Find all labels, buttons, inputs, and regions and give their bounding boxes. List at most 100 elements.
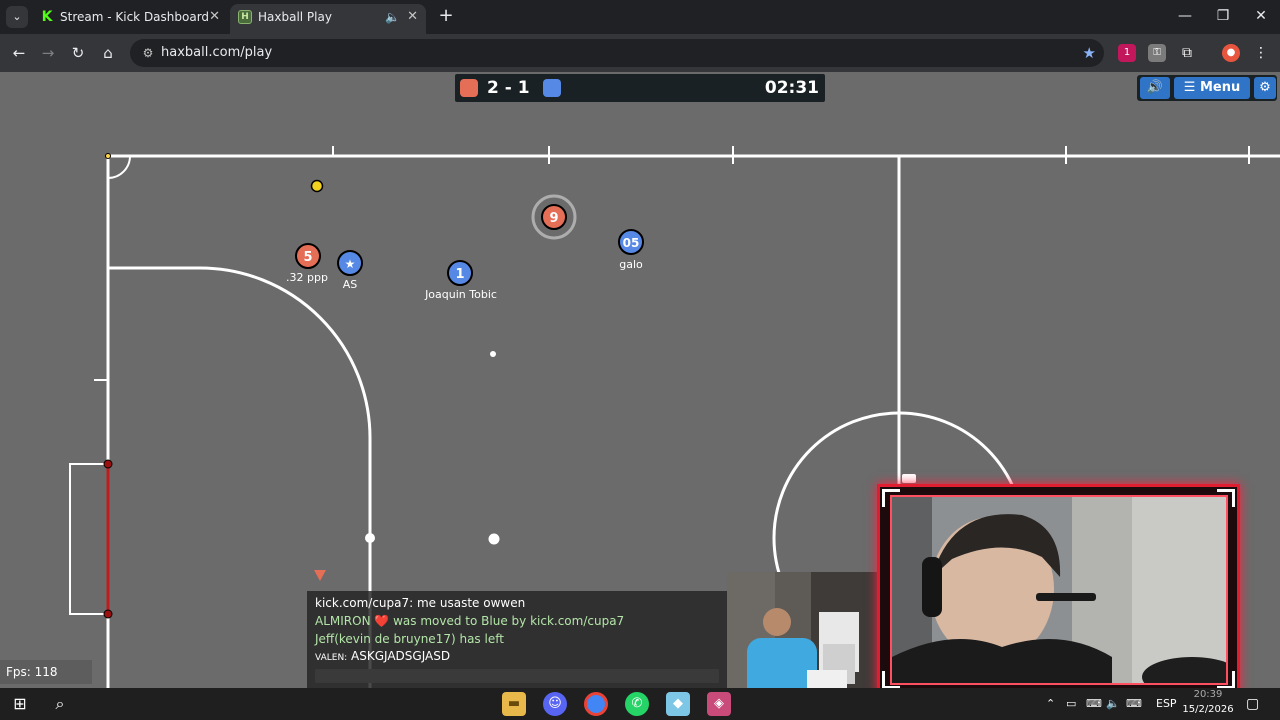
player-name: galo [619, 258, 643, 271]
back-button[interactable]: ← [8, 42, 30, 64]
home-button[interactable]: ⌂ [97, 42, 119, 64]
frame-corner [882, 671, 900, 689]
chevron-up-icon[interactable]: ⌃ [1046, 688, 1055, 720]
svg-text:★: ★ [345, 257, 356, 271]
close-window-button[interactable]: ✕ [1242, 0, 1280, 34]
windows-start-icon[interactable]: ⊞ [8, 692, 32, 716]
tab-title: Haxball Play [258, 10, 332, 24]
svg-text:9: 9 [549, 211, 558, 226]
tab-kick-dashboard[interactable]: K Stream - Kick Dashboard ✕ [32, 4, 228, 34]
clock-time: 20:39 [1193, 689, 1223, 700]
webcam-video [890, 495, 1228, 685]
player-disc: 1 [447, 260, 473, 286]
network-icon[interactable]: ⌨ [1086, 688, 1102, 720]
new-tab-button[interactable]: + [434, 4, 458, 28]
bookmark-star-icon[interactable]: ★ [1083, 39, 1096, 67]
extension-icon[interactable]: ⚿ [1148, 44, 1166, 62]
url-text: haxball.com/play [161, 45, 273, 60]
language-indicator[interactable]: ESP [1156, 688, 1177, 720]
maximize-button[interactable]: ❐ [1204, 0, 1242, 34]
player-disc-controlled: 9 [531, 194, 577, 240]
red-team-color-icon [460, 79, 478, 97]
device-icon[interactable]: ▭ [1066, 688, 1076, 720]
offscreen-indicator-icon [314, 570, 326, 581]
tab-title: Stream - Kick Dashboard [60, 10, 210, 24]
match-timer: 02:31 [764, 78, 819, 98]
blue-team-color-icon [543, 79, 561, 97]
profile-avatar[interactable]: ● [1222, 44, 1240, 62]
keyboard-icon[interactable]: ⌨ [1126, 688, 1142, 720]
yellow-marker [310, 179, 324, 193]
chat-author: VALEN: [315, 653, 348, 663]
clock-date: 15/2/2026 [1182, 704, 1234, 715]
chrome-icon[interactable] [584, 692, 608, 716]
sound-button[interactable]: 🔊 [1140, 77, 1170, 99]
notification-icon[interactable]: ▢ [1246, 688, 1259, 720]
goal-post [103, 459, 113, 469]
svg-text:5: 5 [303, 250, 312, 265]
frame-corner [1217, 489, 1235, 507]
browser-tab-bar: ⌄ K Stream - Kick Dashboard ✕ H Haxball … [0, 0, 1280, 34]
extension-badge: 1 [1123, 47, 1131, 58]
menu-button[interactable]: ☰ Menu [1174, 77, 1250, 99]
corner-flag [105, 153, 111, 159]
whatsapp-icon[interactable]: ✆ [625, 692, 649, 716]
tab-haxball-play[interactable]: H Haxball Play 🔈 ✕ [230, 4, 426, 34]
penalty-marker [365, 533, 375, 543]
chat-message: kick.com/cupa7: me usaste owwen [315, 596, 526, 610]
player-disc: 05 [618, 229, 644, 255]
discord-icon[interactable]: ☺ [543, 692, 567, 716]
settings-gear-icon[interactable]: ⚙ [1254, 77, 1276, 99]
field-spot [490, 351, 496, 357]
windows-taskbar: ⊞ ⌕ ▬ ☺ ✆ ◆ ◈ ⌃ ▭ ⌨ 🔈 ⌨ ESP 20:39 15/2/2… [0, 688, 1280, 720]
scoreboard: 2 - 1 02:31 [455, 74, 825, 102]
webcam-overlay-main [877, 484, 1240, 694]
goal-post [103, 609, 113, 619]
minimize-button[interactable]: — [1166, 0, 1204, 34]
chat-box: kick.com/cupa7: me usaste owwen ALMIRON … [307, 591, 727, 688]
typing-indicator-icon [902, 474, 916, 483]
frame-corner [1217, 671, 1235, 689]
corner-arc [107, 155, 131, 179]
player-name: .32 ppp [286, 271, 328, 284]
chat-input[interactable] [315, 669, 719, 683]
frame-corner [882, 489, 900, 507]
player-disc: 5 [295, 243, 321, 269]
chat-message: VALEN: ASKGJADSGJASD [315, 649, 450, 663]
puzzle-extensions-icon[interactable]: ⧉ [1178, 44, 1196, 62]
score-text: 2 - 1 [487, 78, 530, 98]
speaker-icon[interactable]: 🔈 [385, 4, 400, 30]
game-controls: 🔊 ☰ Menu ⚙ [1137, 75, 1277, 101]
file-explorer-icon[interactable]: ▬ [502, 692, 526, 716]
volume-icon[interactable]: 🔈 [1106, 688, 1120, 720]
browser-toolbar: ← → ↻ ⌂ ⚙ haxball.com/play ★ 1 ⚿ ⧉ ● ⋮ [0, 34, 1280, 72]
kebab-menu-icon[interactable]: ⋮ [1252, 44, 1270, 62]
menu-label: Menu [1199, 80, 1241, 95]
fps-counter: Fps: 118 [0, 660, 92, 684]
chat-message: Jeff(kevin de bruyne17) has left [315, 632, 504, 646]
ball [488, 533, 500, 545]
tab-search-icon[interactable]: ⌄ [6, 6, 28, 28]
search-icon[interactable]: ⌕ [48, 692, 72, 716]
player-name: Joaquin Tobic [425, 288, 497, 301]
close-tab-icon[interactable]: ✕ [407, 4, 418, 30]
forward-button[interactable]: → [37, 42, 59, 64]
extension-icon[interactable]: 1 [1118, 44, 1136, 62]
goal-net [69, 463, 108, 615]
player-disc: ★ [337, 250, 363, 276]
site-info-icon[interactable]: ⚙ [138, 43, 158, 63]
chat-message: ALMIRON ❤️ was moved to Blue by kick.com… [315, 614, 625, 628]
svg-text:1: 1 [455, 267, 464, 282]
webcam-image [892, 497, 1226, 683]
system-clock[interactable]: 20:39 15/2/2026 [1176, 688, 1240, 718]
player-name: AS [342, 278, 358, 291]
address-bar[interactable]: ⚙ haxball.com/play ★ [130, 39, 1104, 67]
chat-text: ASKGJADSGJASD [347, 649, 451, 663]
app-icon[interactable]: ◈ [707, 692, 731, 716]
kick-logo-icon: K [41, 9, 53, 25]
reload-button[interactable]: ↻ [67, 42, 89, 64]
haxball-logo-icon: H [238, 10, 252, 24]
app-icon[interactable]: ◆ [666, 692, 690, 716]
close-tab-icon[interactable]: ✕ [209, 4, 220, 30]
svg-text:05: 05 [623, 236, 640, 250]
